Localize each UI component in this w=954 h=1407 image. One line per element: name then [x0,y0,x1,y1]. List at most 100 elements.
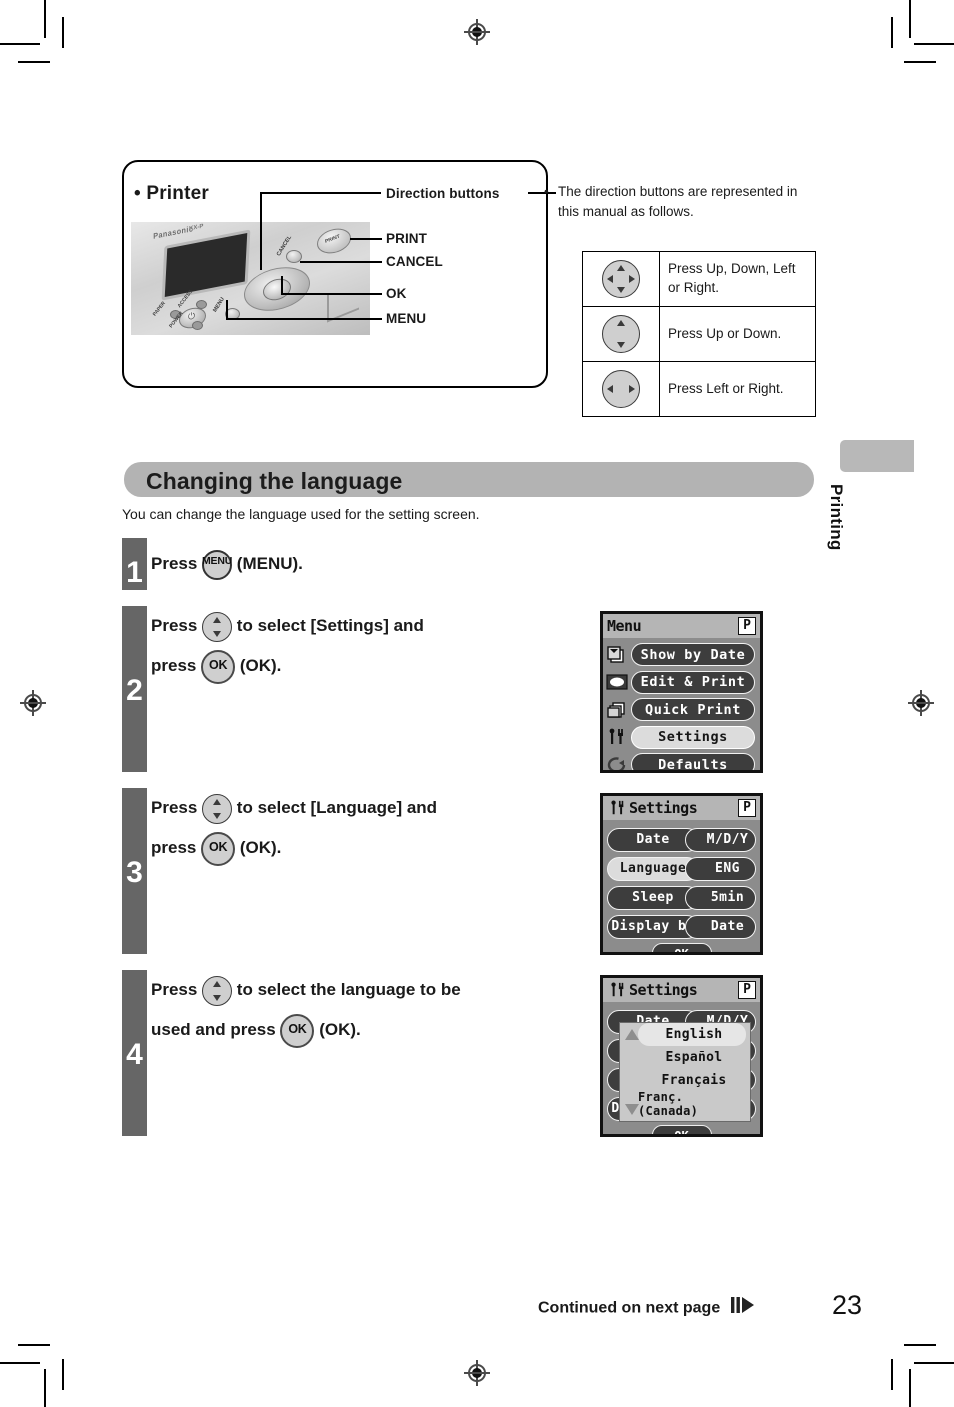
settings-row-value: Date [685,914,756,939]
step-3-line-2: press OK (OK). [151,828,437,868]
label-print: PRINT [386,231,427,246]
direction-button-note: • The direction buttons are represented … [544,182,814,221]
leader-line-print [350,238,382,240]
crop-mark [914,1362,954,1364]
step-1-text-b: (MENU). [236,554,303,573]
list-item[interactable]: Settings [603,724,760,750]
page-title: Changing the language [146,468,403,494]
crop-mark [891,1359,893,1390]
side-tab-marker [840,440,914,472]
settings-row[interactable]: Sleep 5min [607,884,756,911]
step-2-text-d: (OK). [239,656,282,675]
label-cancel: CANCEL [386,254,443,269]
page-number: 23 [832,1290,863,1320]
dpad-up-down-icon [582,306,660,362]
crop-mark [0,43,40,45]
crop-mark [62,17,64,48]
step-3-line-1: Press to select [Language] and [151,788,437,828]
direction-button-table: Press Up, Down, Left or Right. Press Up … [582,251,816,417]
menu-item-label: Show by Date [631,643,755,666]
dpad-up-down-icon[interactable] [202,611,233,642]
lcd-menu-title: Menu [607,617,642,635]
language-option-selected[interactable]: English [638,1023,746,1046]
leader-line-ok [281,293,382,295]
step-3-number: 3 [126,856,143,889]
step-4-text-a: Press [151,980,198,999]
printer-model-text: KX-P [189,223,204,233]
dpad-up-down-icon[interactable] [202,793,233,824]
scroll-down-arrow-icon[interactable] [625,1104,639,1115]
quick-print-icon [603,701,631,719]
settings-row-value: M/D/Y [685,827,756,852]
step-2-text-a: Press [151,616,198,635]
crop-mark [0,1362,40,1364]
ok-button-icon[interactable]: OK [201,831,236,866]
lcd-ok-button[interactable]: OK [651,1125,712,1134]
menu-button-icon[interactable]: MENU [202,549,232,580]
lcd-language-screen: Settings P Date M/D/Y Language ENG Sleep… [600,975,763,1137]
step-2-text-b: to select [Settings] and [236,616,424,635]
list-item[interactable]: Defaults [603,752,760,770]
settings-tools-icon [607,982,629,998]
language-option[interactable]: Franç. (Canada) [620,1090,750,1118]
language-option[interactable]: Español [620,1046,750,1069]
dpad-left-right-desc: Press Left or Right. [659,361,816,417]
step-1-text-a: Press [151,554,198,573]
printer-brand-text: Panasonic [153,224,194,241]
settings-row[interactable]: Date M/D/Y [607,826,756,853]
lcd-settings-title: Settings [629,799,698,817]
leader-line-direction-v [260,192,262,270]
step-2-number: 2 [126,674,143,707]
label-ok: OK [386,286,407,301]
label-menu: MENU [386,311,427,326]
table-row: Press Up, Down, Left or Right. [582,251,816,307]
ok-button-icon[interactable]: OK [280,1013,315,1048]
dpad-four-way-desc: Press Up, Down, Left or Right. [659,251,816,307]
step-3-text-b: to select [Language] and [236,798,438,817]
step-4-text-c: used and press [151,1020,276,1039]
step-1: 1 Press MENU (MENU). [122,538,822,590]
crop-mark [909,0,911,38]
menu-item-label-selected: Settings [631,725,755,749]
leader-line-cancel [300,261,382,263]
printer-callout-title: • Printer [134,183,209,204]
step-4-text-b: to select the language to be [236,980,461,999]
lcd-ok-button[interactable]: OK [651,943,712,952]
lcd-settings-titlebar: Settings P [603,796,760,820]
lcd-language-title: Settings [629,981,698,999]
step-3-text-a: Press [151,798,198,817]
menu-item-label: Defaults [631,753,755,770]
dpad-up-down-icon[interactable] [202,975,233,1006]
table-row: Press Left or Right. [582,361,816,417]
lcd-settings-screen: Settings P Date M/D/Y Language ENG Sleep… [600,793,763,955]
step-2-text-c: press [151,656,197,675]
step-2: 2 Press to select [Settings] and press O… [122,606,582,772]
ok-button-icon[interactable]: OK [201,649,236,684]
settings-row-value: ENG [685,856,756,881]
dpad-four-way-icon [582,251,660,307]
section-intro-text: You can change the language used for the… [122,506,480,522]
manual-page: • Printer Panasonic KX-P PRINT CANCEL ME… [0,0,954,1407]
crop-mark [909,1369,911,1407]
step-4-number: 4 [126,1038,143,1071]
settings-row[interactable]: Display by Date [607,913,756,940]
step-4-text-d: (OK). [319,1020,361,1039]
leader-line-ok-v [281,276,283,295]
label-direction-buttons: Direction buttons [386,186,500,201]
note-bullet: • [544,184,549,199]
defaults-reset-icon [603,756,631,770]
crop-mark [914,43,954,45]
step-2-instruction: Press to select [Settings] and press OK … [151,606,424,686]
crop-mark [891,17,893,48]
list-item[interactable]: Show by Date [603,642,760,668]
settings-tools-icon [603,728,631,746]
list-item[interactable]: Edit & Print [603,669,760,695]
list-item[interactable]: Quick Print [603,697,760,723]
crop-mark [62,1359,64,1390]
language-dropdown[interactable]: English Español Français Franç. (Canada) [619,1022,751,1122]
dpad-left-right-icon [582,361,660,417]
settings-row[interactable]: Language ENG [607,855,756,882]
scroll-up-arrow-icon[interactable] [625,1029,639,1040]
table-row: Press Up or Down. [582,306,816,362]
leader-line-direction [261,192,381,194]
